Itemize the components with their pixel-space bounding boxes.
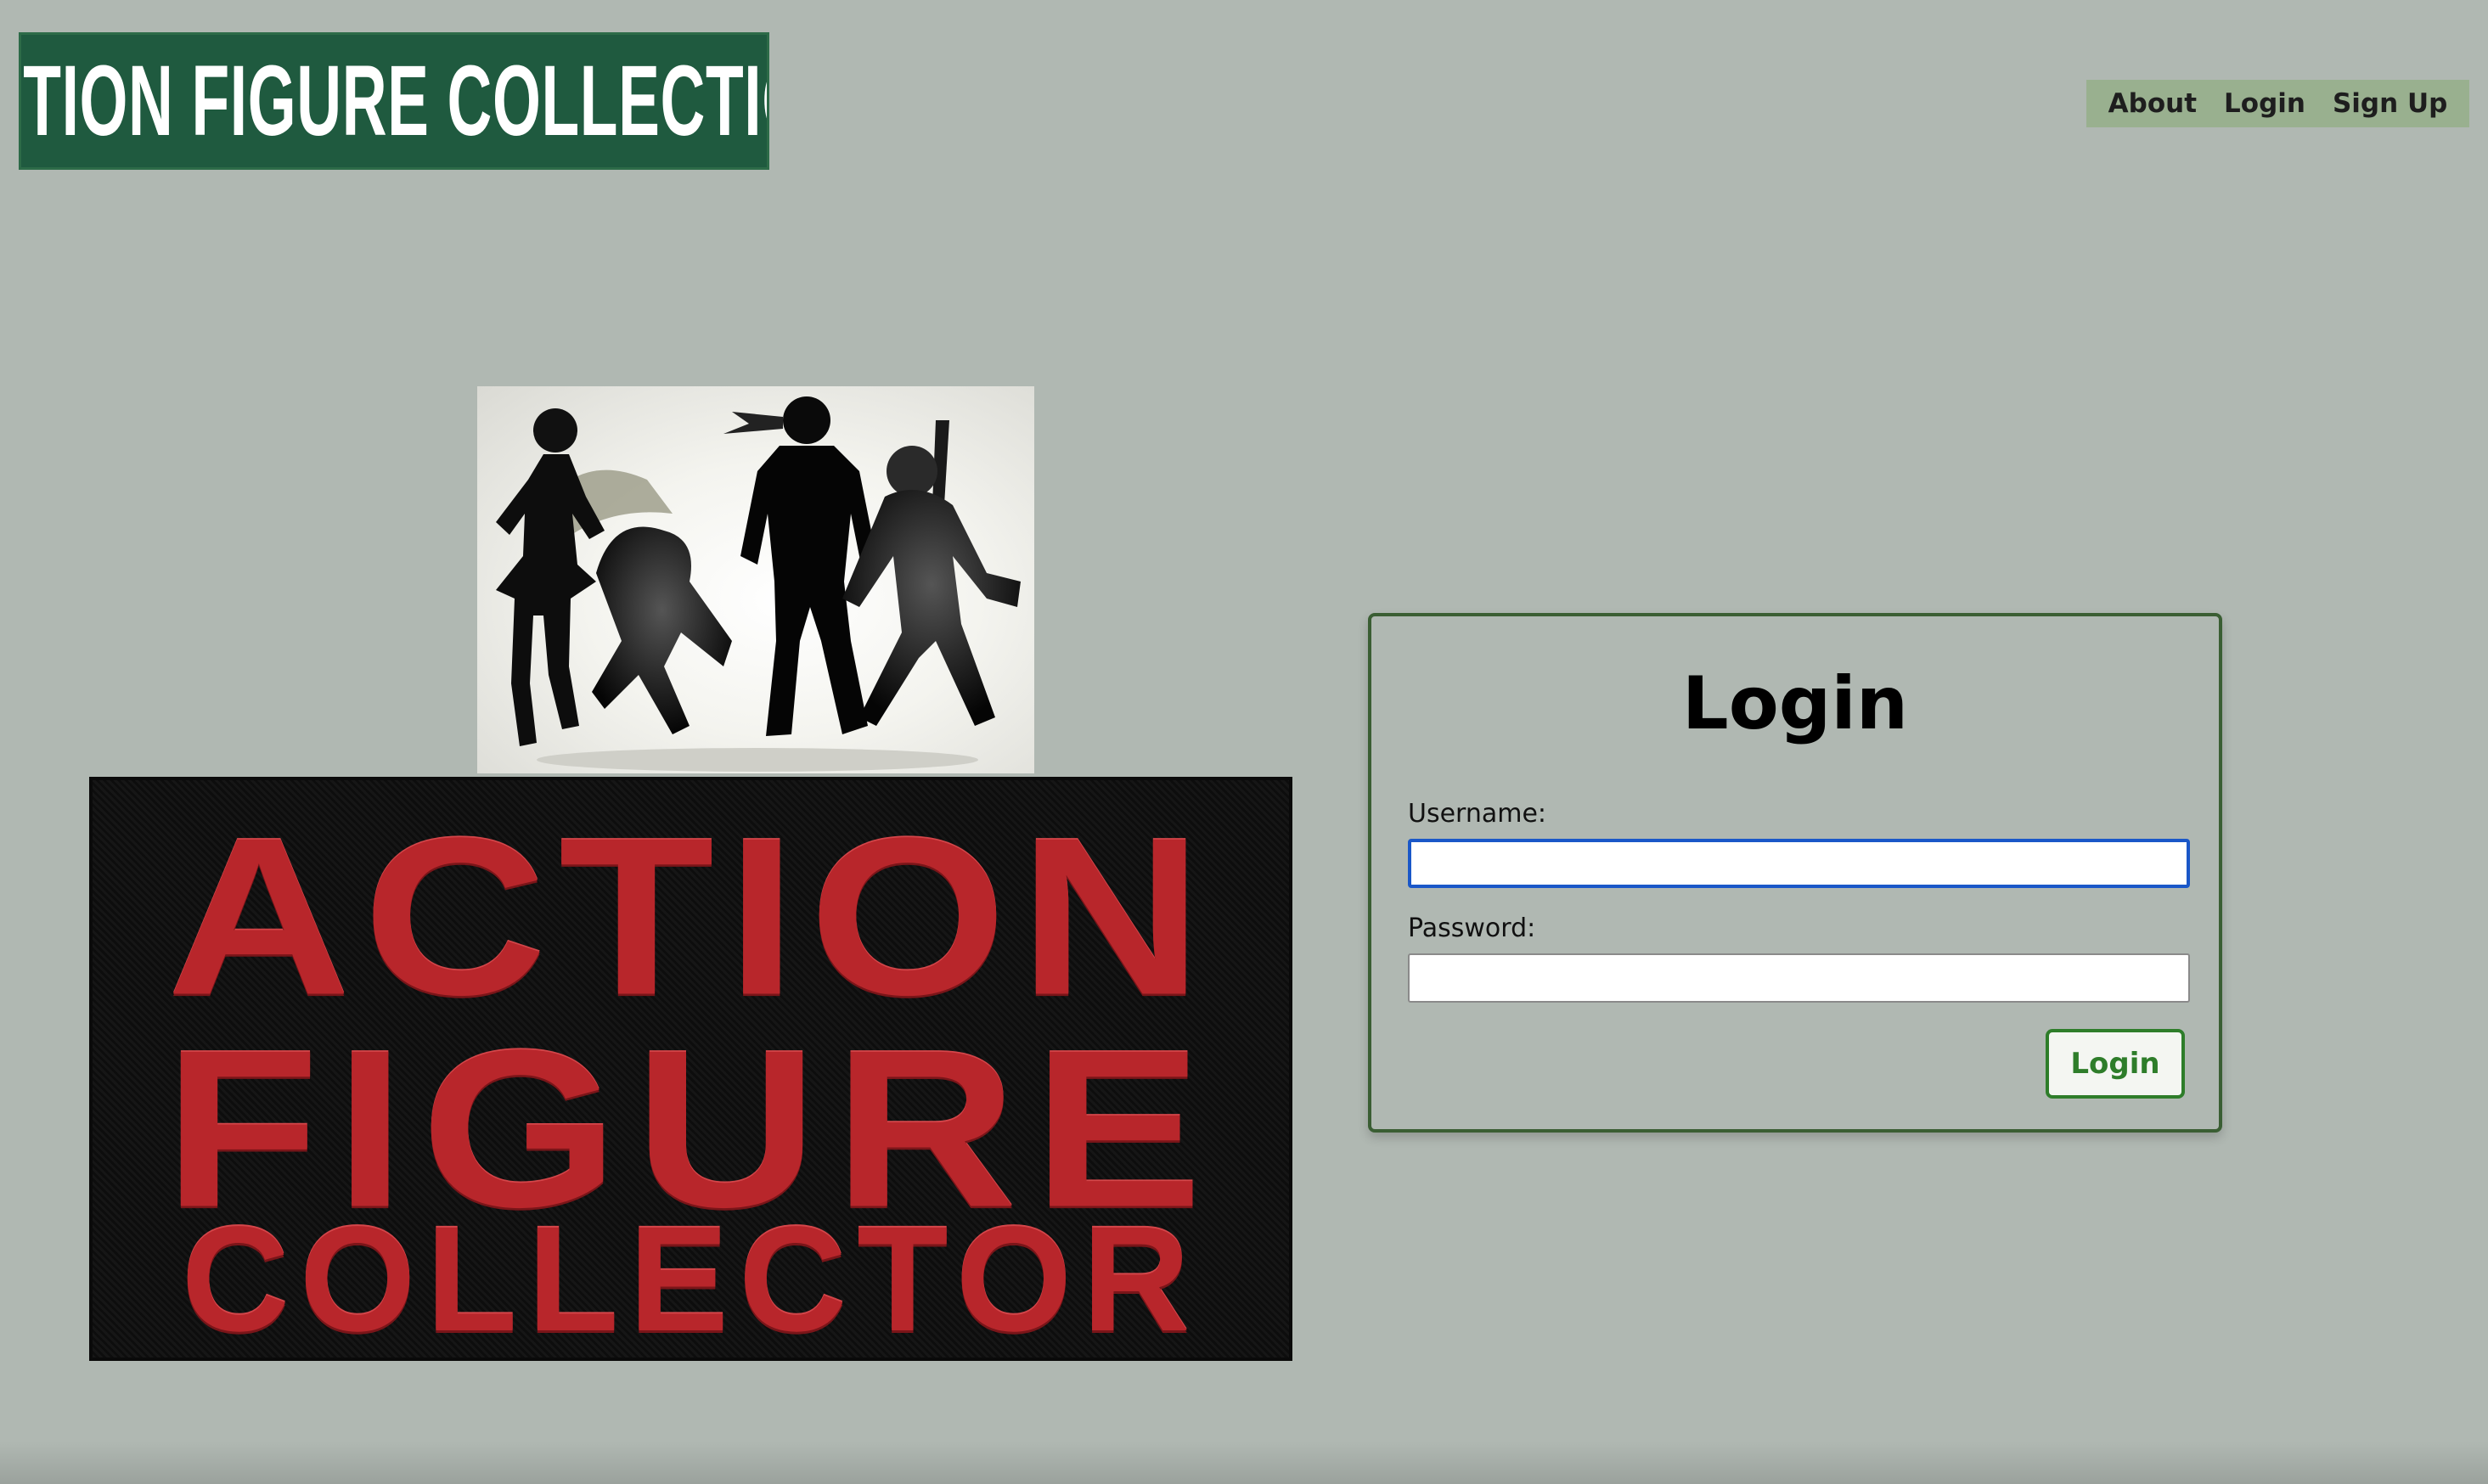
site-logo[interactable]: ACTION FIGURE COLLECTION: [19, 32, 769, 170]
hero-patch-image: ACTION FIGURE COLLECTOR: [89, 777, 1292, 1361]
nav-about-link[interactable]: About: [2108, 88, 2197, 119]
page: ACTION FIGURE COLLECTION About Login Sig…: [0, 0, 2488, 1484]
bottom-shadow: [0, 1442, 2488, 1484]
login-title: Login: [1681, 661, 1909, 746]
username-label: Username:: [1408, 799, 1547, 829]
nav-login-link[interactable]: Login: [2224, 88, 2305, 119]
login-form: Login Username: Password: Login: [1368, 613, 2222, 1133]
patch-line-collector: COLLECTOR: [181, 1196, 1201, 1361]
top-nav: About Login Sign Up: [2086, 80, 2469, 127]
action-figures-silhouette-icon: [496, 396, 1021, 772]
password-label: Password:: [1408, 913, 1536, 943]
password-input[interactable]: [1408, 953, 2190, 1003]
username-input[interactable]: [1408, 839, 2190, 888]
login-submit-button[interactable]: Login: [2046, 1029, 2185, 1099]
site-logo-text: ACTION FIGURE COLLECTION: [21, 45, 767, 157]
nav-signup-link[interactable]: Sign Up: [2333, 88, 2447, 119]
hero-silhouette-image: [477, 386, 1034, 773]
patch-line-action: ACTION: [166, 790, 1215, 1042]
